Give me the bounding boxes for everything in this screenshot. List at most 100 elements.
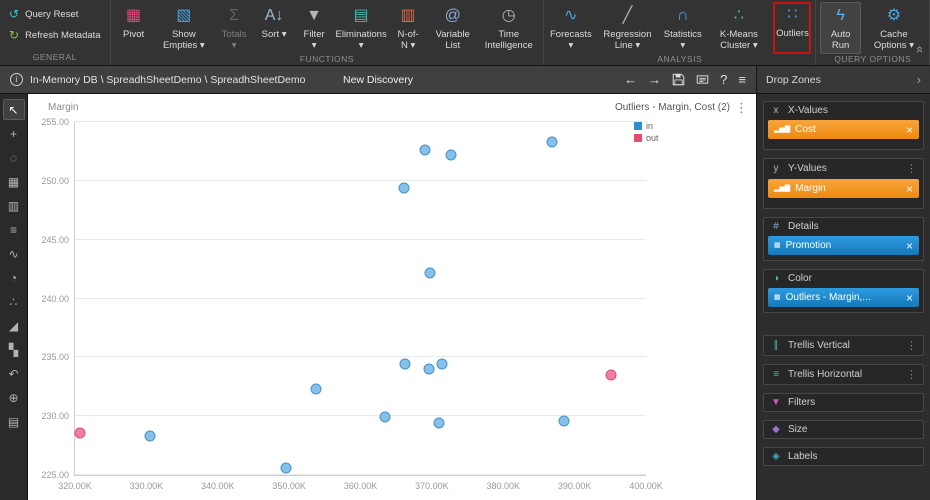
scatter-chart: Margin Outliers - Margin, Cost (2) ⋮ in o… xyxy=(28,94,756,500)
dropzone-color[interactable]: ◑ Color ▦ Outliers - Margin,... × xyxy=(763,269,924,313)
back-icon[interactable]: ← xyxy=(624,73,637,86)
chip-remove-icon[interactable]: × xyxy=(906,292,913,304)
scatter-point-in[interactable] xyxy=(398,182,410,194)
ribbon-button-query-reset[interactable]: ↺ Query Reset xyxy=(4,6,106,23)
ribbon-button-show-empties[interactable]: ▧ Show Empties ▾ xyxy=(155,2,214,54)
dropzone-size[interactable]: ◆ Size xyxy=(763,420,924,439)
scatter-point-in[interactable] xyxy=(310,383,322,395)
ribbon-button-totals[interactable]: Σ Totals ▾ xyxy=(215,2,253,54)
scatter-point-in[interactable] xyxy=(424,267,436,279)
scatter-point-in[interactable] xyxy=(558,415,570,427)
chip-remove-icon[interactable]: × xyxy=(906,183,913,195)
dropzone-x-values[interactable]: x X-Values ▂▅▇ Cost × xyxy=(763,101,924,150)
legend-label: in xyxy=(646,121,654,131)
ribbon-button-forecasts[interactable]: ∿ Forecasts ▾ xyxy=(548,2,593,54)
pie-chart-icon[interactable]: ◔ xyxy=(3,267,25,288)
n-of-n-icon: ▥ xyxy=(400,7,416,24)
grid-icon[interactable]: ▦ xyxy=(3,171,25,192)
panel-collapse-chevron-icon[interactable]: › xyxy=(917,72,921,87)
dropzone-trellis-horizontal[interactable]: ≡ Trellis Horizontal ⋮ xyxy=(763,364,924,385)
dropzone-labels[interactable]: ◈ Labels xyxy=(763,447,924,466)
ribbon-button-n-of-n[interactable]: ▥ N-of-N ▾ xyxy=(389,2,427,54)
dropzone-header: ▼ Filters xyxy=(764,394,923,411)
refresh-metadata-icon: ↻ xyxy=(9,28,20,42)
y-values-icon: y xyxy=(773,163,779,174)
chip-cost[interactable]: ▂▅▇ Cost × xyxy=(768,120,919,139)
dropzone-header: x X-Values xyxy=(764,102,923,119)
pointer-icon[interactable]: ↖ xyxy=(2,99,25,120)
drop-zones-body: x X-Values ▂▅▇ Cost × y Y-Values ⋮ ▂▅▇ Margin × # De… xyxy=(757,94,930,500)
chart-options-kebab-icon[interactable]: ⋮ xyxy=(735,100,748,116)
chip-remove-icon[interactable]: × xyxy=(906,124,913,136)
ribbon-button-eliminations[interactable]: ▤ Eliminations ▾ xyxy=(335,2,387,54)
ribbon-button-outliers[interactable]: ∷ Outliers xyxy=(773,2,812,54)
column-chart-icon[interactable]: ▥ xyxy=(3,195,25,216)
scatter-point-out[interactable] xyxy=(74,427,86,439)
kebab-icon[interactable]: ⋮ xyxy=(906,162,917,175)
scatter-point-in[interactable] xyxy=(423,363,435,375)
select-area-icon[interactable]: ◌ xyxy=(3,147,25,168)
line-chart-icon[interactable]: ∿ xyxy=(3,243,25,264)
ribbon-button-time-intelligence[interactable]: ◷ Time Intelligence xyxy=(478,2,539,54)
dropzone-filters[interactable]: ▼ Filters xyxy=(763,393,924,412)
ribbon-button-sort[interactable]: A↓ Sort ▾ xyxy=(255,2,293,54)
legend-item-out[interactable]: out xyxy=(634,133,746,143)
k-means-cluster-icon: ∴ xyxy=(733,7,744,24)
auto-run-icon: ϟ xyxy=(836,7,845,24)
scatter-point-in[interactable] xyxy=(445,149,457,161)
undo-icon[interactable]: ↶ xyxy=(3,363,25,384)
legend-label: out xyxy=(646,133,659,143)
collapse-ribbon-icon[interactable]: « xyxy=(913,42,928,57)
outliers-icon: ∷ xyxy=(787,6,798,23)
globe-icon[interactable]: ⊕ xyxy=(3,387,25,408)
chip-margin[interactable]: ▂▅▇ Margin × xyxy=(768,179,919,198)
scatter-point-in[interactable] xyxy=(399,358,411,370)
dropzone-title: X-Values xyxy=(788,105,828,116)
ribbon-group-label: GENERAL xyxy=(32,52,77,62)
dropzone-y-values[interactable]: y Y-Values ⋮ ▂▅▇ Margin × xyxy=(763,158,924,209)
ribbon-button-auto-run[interactable]: ϟ Auto Run xyxy=(820,2,861,54)
chip-remove-icon[interactable]: × xyxy=(906,240,913,252)
ribbon-button-variable-list[interactable]: @ Variable List xyxy=(429,2,476,54)
dropzone-details[interactable]: # Details ▦ Promotion × xyxy=(763,217,924,261)
scatter-point-in[interactable] xyxy=(379,411,391,423)
forward-icon[interactable]: → xyxy=(648,73,661,86)
dropzone-chip-area[interactable]: ▂▅▇ Cost × xyxy=(764,119,923,149)
gridline xyxy=(75,238,646,240)
scatter-point-in[interactable] xyxy=(433,417,445,429)
ribbon-button-pivot[interactable]: ▦ Pivot xyxy=(115,2,153,54)
chip-outliers-margin[interactable]: ▦ Outliers - Margin,... × xyxy=(768,288,919,307)
ribbon-button-regression-line[interactable]: ╱ Regression Line ▾ xyxy=(596,2,660,54)
ribbon-button-refresh-metadata[interactable]: ↻ Refresh Metadata xyxy=(4,27,106,44)
list-icon[interactable]: ▤ xyxy=(3,411,25,432)
scatter-point-in[interactable] xyxy=(144,430,156,442)
ribbon-button-statistics[interactable]: ∩ Statistics ▾ xyxy=(661,2,704,54)
area-chart-icon[interactable]: ◢ xyxy=(3,315,25,336)
dropzone-chip-area[interactable]: ▦ Promotion × xyxy=(764,235,923,260)
dropzone-trellis-vertical[interactable]: ∥ Trellis Vertical ⋮ xyxy=(763,335,924,356)
dropzone-chip-area[interactable]: ▦ Outliers - Margin,... × xyxy=(764,287,923,312)
save-icon[interactable] xyxy=(672,73,685,86)
scatter-point-in[interactable] xyxy=(436,358,448,370)
legend-item-in[interactable]: in xyxy=(634,121,746,131)
dropzone-header: ≡ Trellis Horizontal ⋮ xyxy=(764,365,923,384)
info-icon[interactable]: i xyxy=(10,73,23,86)
kebab-icon[interactable]: ⋮ xyxy=(906,339,917,352)
crosshair-icon[interactable]: + xyxy=(3,123,25,144)
ribbon-button-filter[interactable]: ▼ Filter ▾ xyxy=(295,2,333,54)
help-icon[interactable]: ? xyxy=(720,73,727,86)
scatter-point-in[interactable] xyxy=(546,136,558,148)
kebab-icon[interactable]: ⋮ xyxy=(906,368,917,381)
scatter-point-out[interactable] xyxy=(605,369,617,381)
scatter-point-in[interactable] xyxy=(280,462,292,474)
chip-promotion[interactable]: ▦ Promotion × xyxy=(768,236,919,255)
export-icon[interactable] xyxy=(696,73,709,86)
topbar: i In-Memory DB \ SpreadhSheetDemo \ Spre… xyxy=(0,66,756,94)
scatter-point-in[interactable] xyxy=(419,144,431,156)
menu-icon[interactable]: ≡ xyxy=(738,73,746,86)
dropzone-chip-area[interactable]: ▂▅▇ Margin × xyxy=(764,178,923,208)
rows-icon[interactable]: ≡ xyxy=(3,219,25,240)
treemap-icon[interactable]: ▚ xyxy=(3,339,25,360)
scatter-chart-icon[interactable]: ∴ xyxy=(3,291,25,312)
ribbon-button-k-means-cluster[interactable]: ∴ K-Means Cluster ▾ xyxy=(706,2,771,54)
